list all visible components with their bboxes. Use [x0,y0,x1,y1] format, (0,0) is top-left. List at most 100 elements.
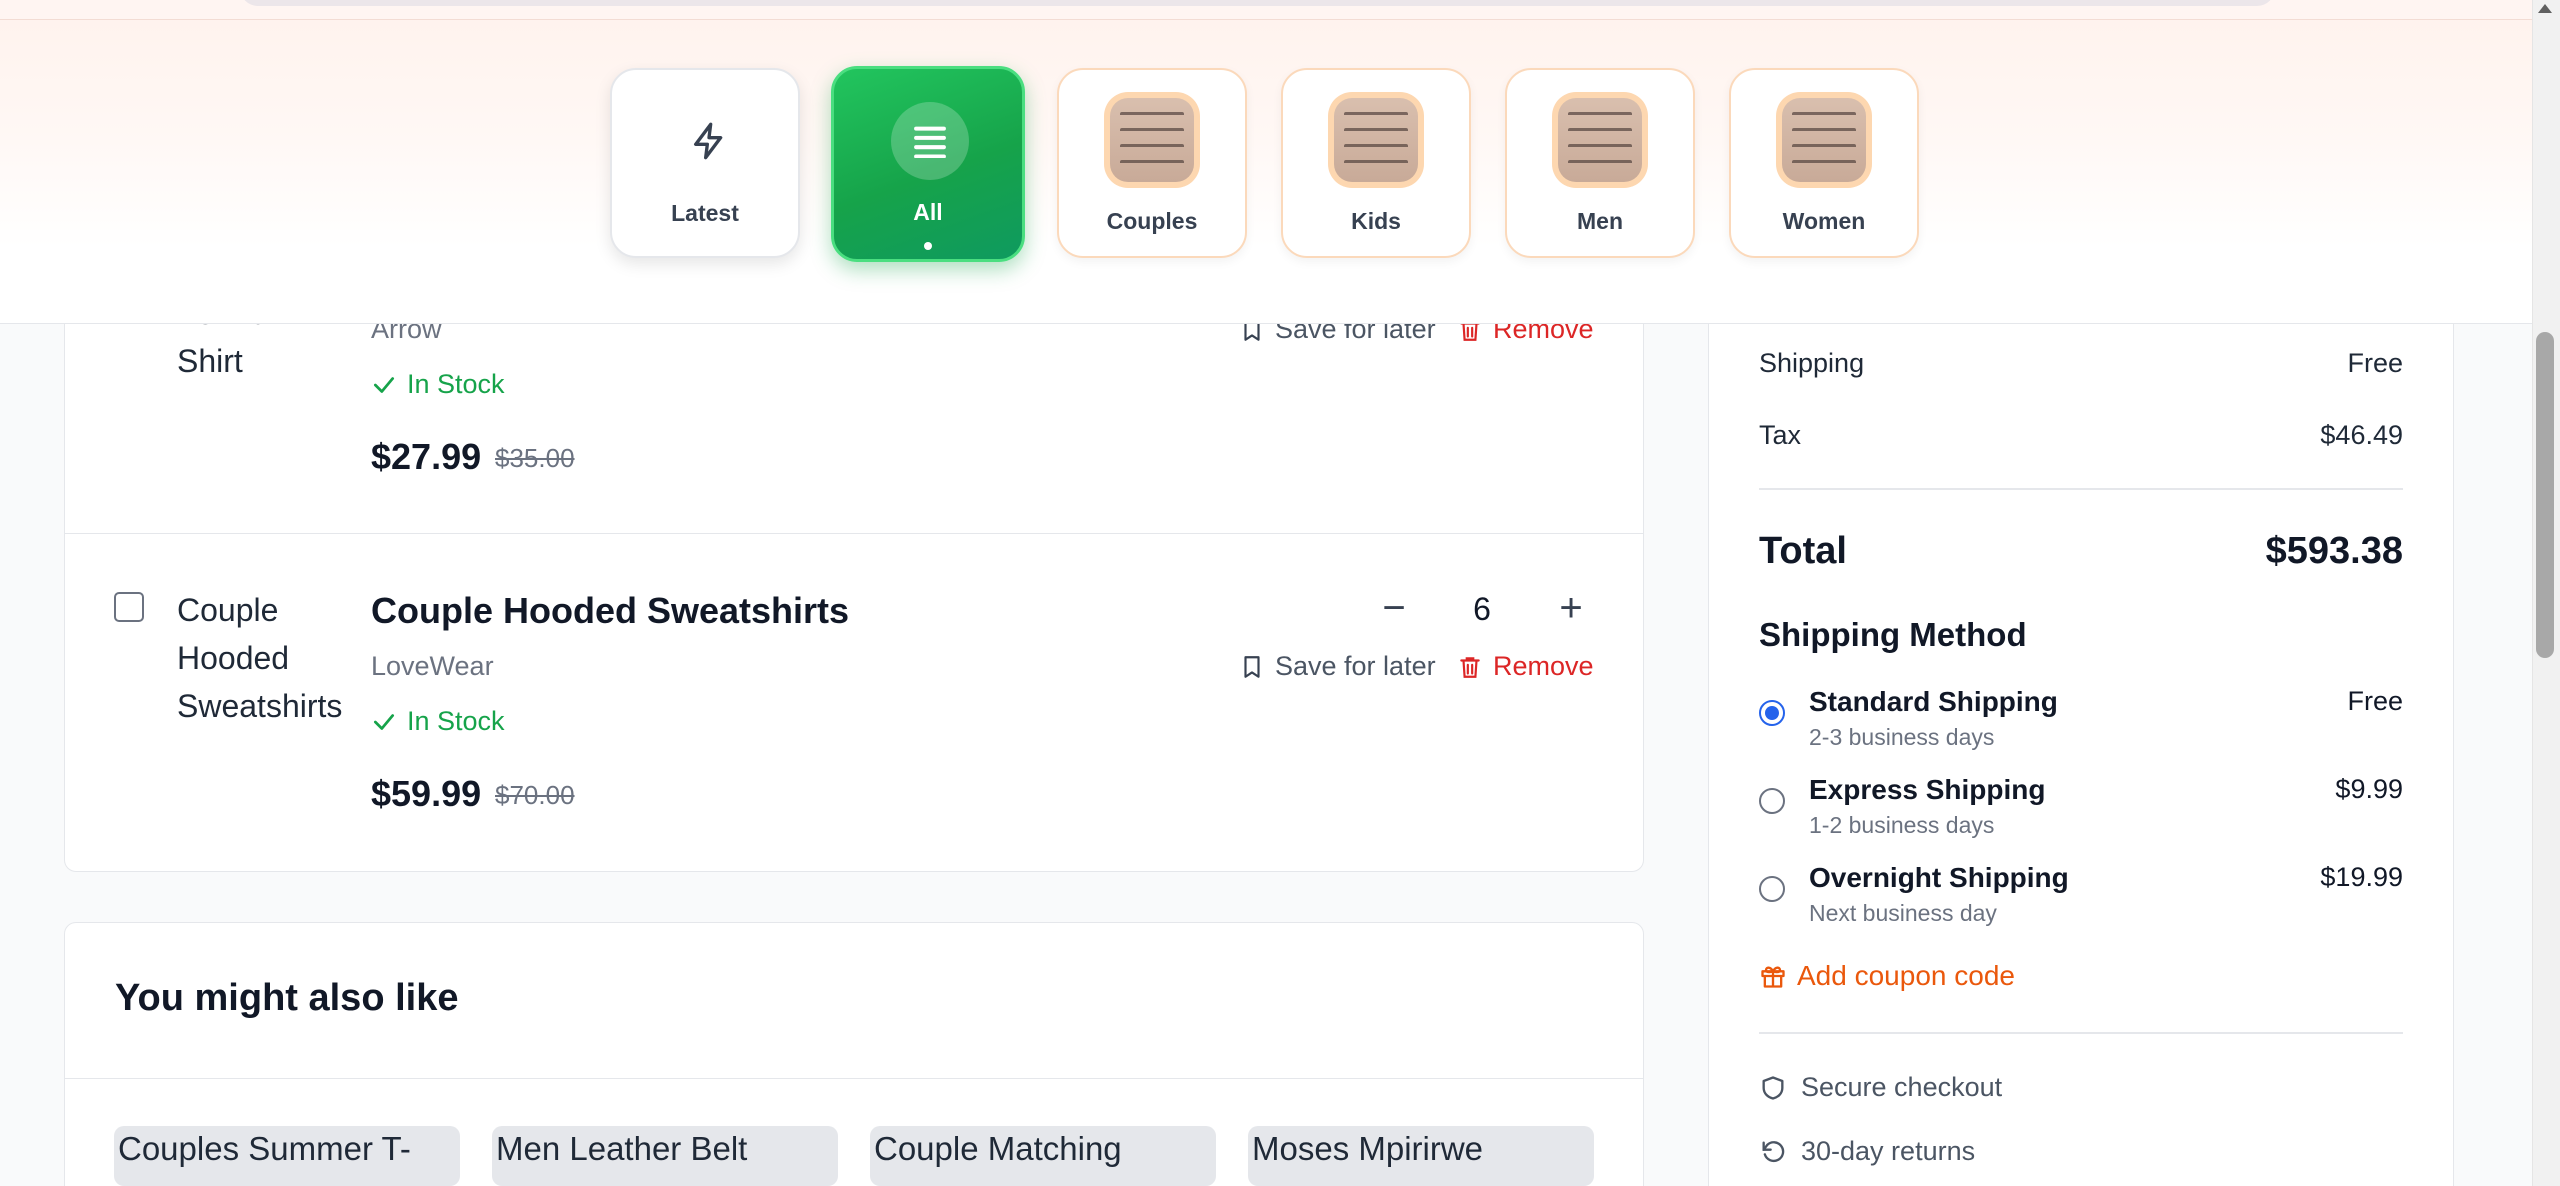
search-bar[interactable] [240,0,2275,6]
shipping-option-express[interactable]: Express Shipping 1-2 business days $9.99 [1759,774,2403,854]
scrollbar-thumb[interactable] [2536,332,2554,658]
scroll-up-arrow-icon[interactable] [2538,4,2552,13]
total-value: $593.38 [2265,530,2403,572]
category-all[interactable]: All [831,66,1025,262]
shipping-row: Shipping Free [1759,348,2403,379]
select-item-checkbox[interactable] [114,592,144,622]
recommendation-card[interactable]: Men Leather Belt [492,1126,838,1186]
shipping-option-price: Free [2347,686,2403,716]
category-latest[interactable]: Latest [610,68,800,258]
stock-status: In Stock [371,706,505,737]
category-label: Women [1782,208,1866,234]
product-image: Couple Hooded Sweatshirts [177,586,342,730]
product-title[interactable]: Couple Hooded Sweatshirts [371,590,849,632]
check-icon [373,376,395,393]
image-alt-text: Shirt [177,343,243,379]
rotate-ccw-icon [1762,1140,1785,1162]
image-alt-text: Couple Matching [874,1130,1122,1167]
product-brand: LoveWear [371,651,494,681]
active-indicator [924,242,932,250]
category-kids[interactable]: Kids [1281,68,1471,258]
radio-button[interactable] [1759,788,1785,814]
original-price: $35.00 [495,443,575,473]
section-title: You might also like [115,977,459,1019]
save-for-later-label: Save for later [1275,651,1436,681]
shipping-option-name: Overnight Shipping [1809,862,2069,893]
stock-label: In Stock [407,706,505,736]
tax-row: Tax $46.49 [1759,420,2403,451]
order-summary: Shipping Free Tax $46.49 Total $593.38 S… [1708,200,2454,1186]
lightning-icon [694,122,723,160]
save-for-later-button[interactable]: Save for later [1239,651,1436,682]
increase-quantity-button[interactable]: + [1551,588,1591,628]
bookmark-icon [1244,655,1260,678]
image-alt-text: Moses Mpirirwe [1252,1130,1484,1167]
shipping-option-name: Standard Shipping [1809,686,2058,717]
shipping-method-title: Shipping Method [1759,616,2027,653]
recommendation-card[interactable]: Moses Mpirirwe [1248,1126,1594,1186]
category-thumbnail [1552,92,1648,188]
category-men[interactable]: Men [1505,68,1695,258]
decrease-quantity-button[interactable]: − [1374,588,1414,628]
product-price: $59.99 [371,773,482,814]
category-couples[interactable]: Couples [1057,68,1247,258]
category-label: Men [1577,208,1623,234]
trash-icon [1460,656,1480,678]
divider [1759,488,2403,490]
add-coupon-button[interactable]: Add coupon code [1759,960,2015,992]
product-price: $27.99 [371,436,482,477]
image-alt-text: Men Leather Belt [496,1130,748,1167]
tax-label: Tax [1759,420,1802,450]
divider [65,1078,1643,1079]
remove-button[interactable]: Remove [1457,651,1594,682]
recommendation-card[interactable]: Couples Summer T- [114,1126,460,1186]
remove-label: Remove [1493,651,1594,681]
shipping-option-name: Express Shipping [1809,774,2046,805]
stock-label: In Stock [407,369,505,399]
gift-icon [1761,966,1785,988]
list-icon [891,102,969,180]
shipping-option-price: $9.99 [2335,774,2403,804]
category-thumbnail [1776,92,1872,188]
header-strip [0,0,2532,20]
secure-checkout-badge: Secure checkout [1759,1072,2002,1103]
original-price: $70.00 [495,780,575,810]
tax-value: $46.49 [2320,420,2403,450]
category-women[interactable]: Women [1729,68,1919,258]
shipping-label: Shipping [1759,348,1865,378]
shipping-option-price: $19.99 [2320,862,2403,892]
category-thumbnail [1328,92,1424,188]
shipping-option-overnight[interactable]: Overnight Shipping Next business day $19… [1759,862,2403,942]
check-icon [373,713,395,730]
shipping-value: Free [2347,348,2403,378]
category-label: Latest [671,200,739,226]
trust-label: 30-day returns [1801,1136,1976,1166]
trust-label: Secure checkout [1801,1072,2003,1102]
category-thumbnail [1104,92,1200,188]
shield-icon [1762,1075,1784,1100]
total-label: Total [1759,530,1847,572]
category-label: All [913,199,943,225]
returns-badge: 30-day returns [1759,1136,1975,1167]
category-label: Kids [1351,208,1401,234]
image-alt-text: Hooded [177,640,290,676]
shipping-option-desc: Next business day [1809,900,1997,926]
coupon-label: Add coupon code [1797,960,2015,991]
recommendation-card[interactable]: Couple Matching [870,1126,1216,1186]
category-label: Couples [1106,208,1198,234]
category-bar: Latest All Couples Kids Men Women [0,20,2532,324]
radio-button[interactable] [1759,876,1785,902]
shipping-option-desc: 2-3 business days [1809,724,1995,750]
radio-button[interactable] [1759,700,1785,726]
image-alt-text: Sweatshirts [177,688,343,724]
image-alt-text: Couple [177,592,279,628]
shipping-option-desc: 1-2 business days [1809,812,1995,838]
image-alt-text: Couples Summer T- [118,1130,411,1167]
quantity-value: 6 [1473,591,1491,627]
total-row: Total $593.38 [1759,530,2403,573]
recommendations-section: You might also like Couples Summer T- Me… [64,922,1644,1186]
shipping-option-standard[interactable]: Standard Shipping 2-3 business days Free [1759,686,2403,766]
stock-status: In Stock [371,369,505,400]
divider [1759,1032,2403,1034]
divider [65,533,1643,534]
